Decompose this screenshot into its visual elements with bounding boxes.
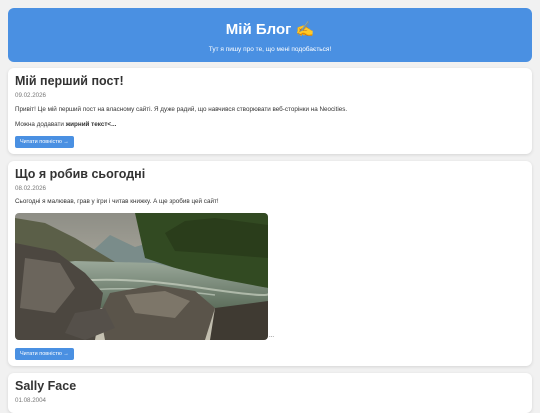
post-card: Що я робив сьогодні 08.02.2026 Сьогодні … (8, 161, 532, 366)
post-date: 08.02.2026 (15, 185, 46, 192)
read-more-button[interactable]: Читати повністю → (15, 348, 74, 360)
post-text: Привіт! Це мій перший пост на власному с… (15, 106, 348, 113)
post-card: Мій перший пост! 09.02.2026 Привіт! Це м… (8, 68, 532, 154)
post-title: Мій перший пост! (15, 74, 124, 88)
post-text-2: Можна додавати жирний текст<... (15, 121, 117, 128)
blog-subtitle: Тут я пишу про те, що мені подобається! (208, 46, 332, 53)
post-text: Сьогодні я малював, грав у ігри і читав … (15, 198, 219, 205)
post-photo-river-landscape (15, 213, 268, 340)
post-date: 01.08.2004 (15, 397, 46, 404)
post-card: Sally Face 01.08.2004 (8, 373, 532, 413)
read-more-button[interactable]: Читати повністю → (15, 136, 74, 148)
blog-title: Мій Блог ✍️ (225, 21, 315, 38)
post-date: 09.02.2026 (15, 92, 46, 99)
blog-header: Мій Блог ✍️ Тут я пишу про те, що мені п… (8, 8, 532, 62)
post-ellipsis: ... (269, 333, 275, 339)
post-title: Sally Face (15, 379, 77, 393)
post-title: Що я робив сьогодні (15, 167, 146, 181)
